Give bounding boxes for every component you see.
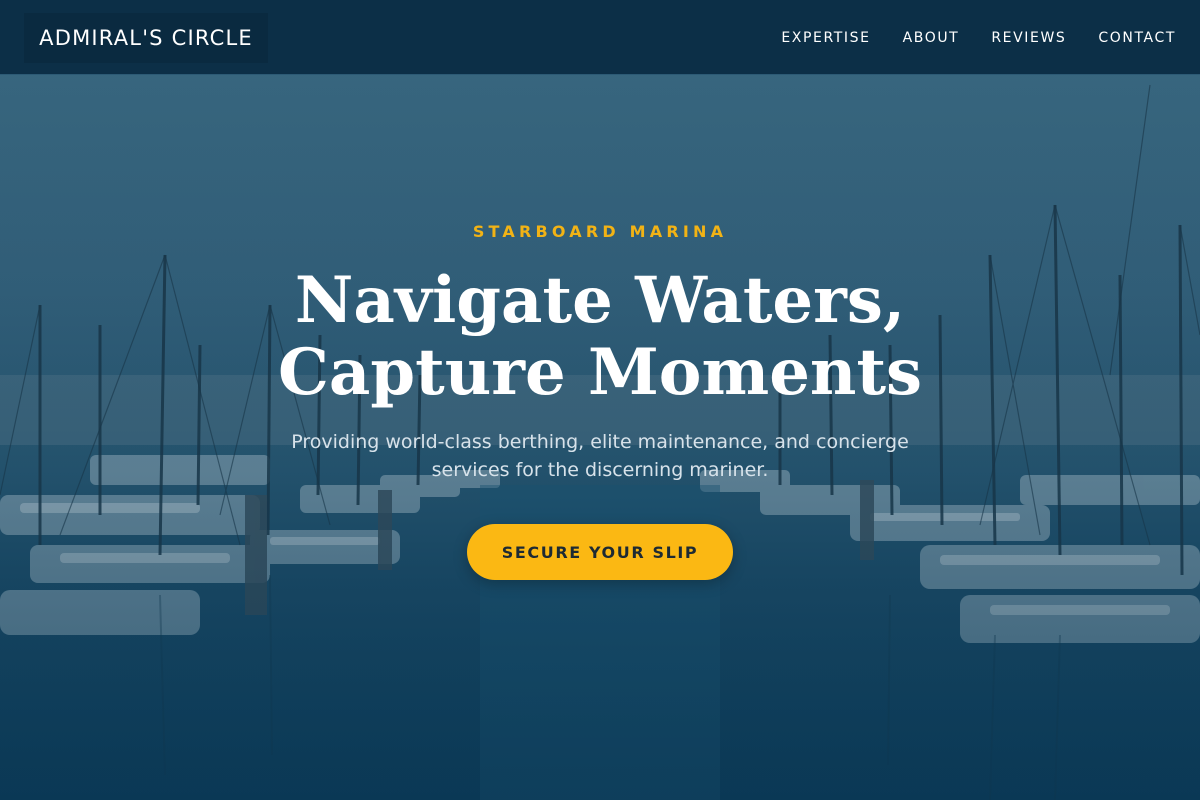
nav-link-expertise[interactable]: EXPERTISE bbox=[781, 30, 870, 46]
site-logo[interactable]: ADMIRAL'S CIRCLE bbox=[24, 13, 268, 63]
hero-section: STARBOARD MARINA Navigate Waters, Captur… bbox=[0, 75, 1200, 800]
hero-headline: Navigate Waters, Capture Moments bbox=[0, 265, 1200, 409]
nav-link-about[interactable]: ABOUT bbox=[903, 30, 960, 46]
main-nav: EXPERTISE ABOUT REVIEWS CONTACT bbox=[781, 0, 1176, 75]
headline-line-2: Capture Moments bbox=[277, 335, 923, 410]
nav-link-reviews[interactable]: REVIEWS bbox=[991, 30, 1066, 46]
headline-line-1: Navigate Waters, bbox=[294, 263, 906, 338]
nav-link-contact[interactable]: CONTACT bbox=[1098, 30, 1176, 46]
site-header: ADMIRAL'S CIRCLE EXPERTISE ABOUT REVIEWS… bbox=[0, 0, 1200, 75]
hero-subtext: Providing world-class berthing, elite ma… bbox=[291, 431, 909, 481]
hero-content: STARBOARD MARINA Navigate Waters, Captur… bbox=[0, 75, 1200, 800]
hero-eyebrow: STARBOARD MARINA bbox=[472, 222, 728, 241]
logo-text[interactable]: ADMIRAL'S CIRCLE bbox=[39, 26, 253, 50]
secure-slip-button[interactable]: SECURE YOUR SLIP bbox=[467, 524, 733, 580]
